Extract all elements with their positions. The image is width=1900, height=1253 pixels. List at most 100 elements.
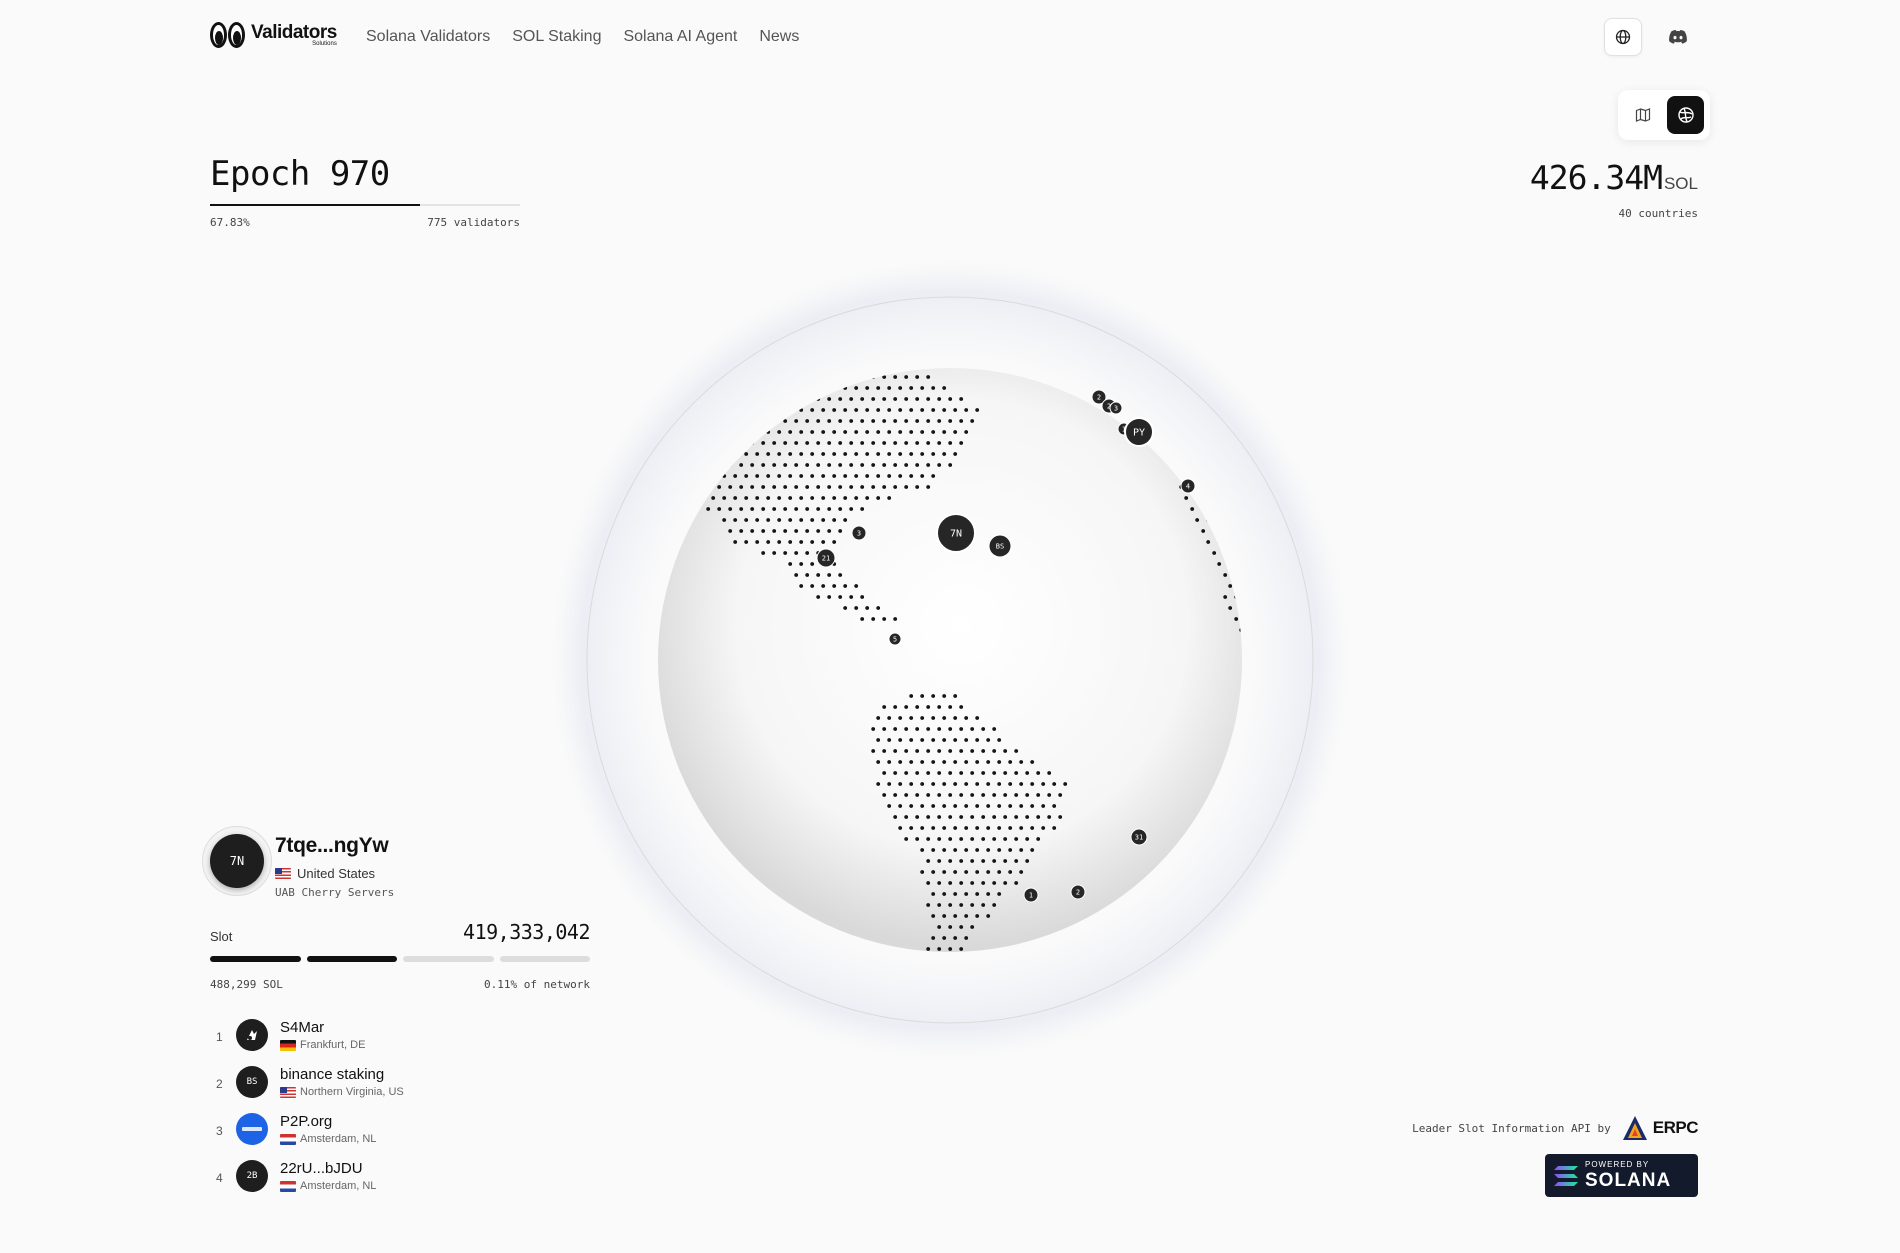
stake-unit: SOL	[1663, 174, 1698, 193]
land-dot	[898, 408, 903, 412]
land-dot	[997, 826, 1002, 830]
land-dot	[887, 474, 892, 478]
epoch-progress-fill	[210, 204, 421, 206]
land-dot	[915, 771, 920, 775]
land-dot	[931, 716, 936, 720]
validator-cluster-marker[interactable]: 7N	[936, 513, 976, 553]
list-item[interactable]: 3 P2P.org Amsterdam, NL	[210, 1110, 510, 1157]
site-logo[interactable]: Validators Solutions	[210, 22, 337, 48]
land-dot	[948, 947, 953, 951]
land-dot	[937, 705, 942, 709]
land-dot	[711, 496, 716, 500]
land-dot	[1003, 771, 1008, 775]
land-dot	[926, 485, 931, 489]
land-dot	[794, 441, 799, 445]
land-dot	[893, 441, 898, 445]
land-dot	[986, 782, 991, 786]
land-dot	[810, 496, 815, 500]
land-dot	[821, 474, 826, 478]
land-dot	[942, 738, 947, 742]
list-item[interactable]: 2 BS binance staking Northern Virginia, …	[210, 1063, 510, 1110]
land-dot	[766, 474, 771, 478]
leader-rank: 1	[216, 1030, 223, 1044]
land-dot	[783, 485, 788, 489]
land-dot	[733, 518, 738, 522]
land-dot	[909, 804, 914, 808]
validator-cluster-marker[interactable]: 3	[851, 525, 867, 541]
land-dot	[942, 782, 947, 786]
validator-cluster-marker[interactable]: 21	[816, 548, 836, 568]
list-item[interactable]: 1 S4Mar Frankfurt, DE	[210, 1016, 510, 1063]
land-dot	[838, 441, 843, 445]
land-dot	[1014, 837, 1019, 841]
land-dot	[733, 474, 738, 478]
leader-name[interactable]: 7tqe...ngYw	[275, 834, 389, 858]
land-dot	[1047, 793, 1052, 797]
globe-view-button[interactable]	[1667, 96, 1704, 134]
land-dot	[1206, 540, 1211, 544]
land-dot	[1014, 815, 1019, 819]
land-dot	[788, 518, 793, 522]
land-dot	[937, 793, 942, 797]
nav-solana-validators[interactable]: Solana Validators	[366, 28, 490, 46]
logo-subtext: Solutions	[312, 41, 337, 47]
validator-cluster-marker[interactable]: 31	[1130, 828, 1148, 846]
epoch-progress-bar	[210, 204, 520, 206]
land-dot	[981, 793, 986, 797]
land-dot	[1003, 793, 1008, 797]
land-dot	[981, 727, 986, 731]
land-dot	[915, 705, 920, 709]
language-button[interactable]	[1604, 18, 1642, 56]
map-view-button[interactable]	[1624, 96, 1661, 134]
discord-button[interactable]	[1659, 18, 1697, 56]
validator-cluster-marker[interactable]: PY	[1124, 417, 1154, 447]
land-dot	[948, 859, 953, 863]
land-dot	[1030, 782, 1035, 786]
land-dot	[953, 408, 958, 412]
land-dot	[920, 430, 925, 434]
land-dot	[805, 419, 810, 423]
list-item[interactable]: 4 2B 22rU...bJDU Amsterdam, NL	[210, 1157, 510, 1204]
land-dot	[1228, 584, 1233, 588]
land-dot	[876, 496, 881, 500]
nav-news[interactable]: News	[759, 28, 799, 46]
validator-cluster-marker[interactable]: 5	[888, 632, 902, 646]
land-dot	[1041, 804, 1046, 808]
land-dot	[876, 606, 881, 610]
land-dot	[733, 496, 738, 500]
erpc-brand: ERPC	[1652, 1118, 1699, 1137]
leader-item-name: P2P.org	[280, 1113, 333, 1130]
validator-cluster-marker[interactable]: 4	[1180, 478, 1196, 494]
nav-sol-staking[interactable]: SOL Staking	[512, 28, 601, 46]
land-dot	[953, 848, 958, 852]
validator-cluster-marker[interactable]: BS	[988, 534, 1012, 558]
land-dot	[953, 452, 958, 456]
erpc-link[interactable]: ERPC	[1621, 1114, 1699, 1142]
land-dot	[986, 870, 991, 874]
marker-label: 4	[1186, 483, 1190, 491]
land-dot	[799, 474, 804, 478]
powered-by-solana-badge[interactable]: POWERED BY SOLANA	[1545, 1154, 1698, 1197]
validator-cluster-marker[interactable]: 1	[1023, 887, 1039, 903]
land-dot	[849, 463, 854, 467]
us-flag-icon	[280, 1086, 296, 1098]
land-dot	[810, 562, 815, 566]
land-dot	[992, 837, 997, 841]
land-dot	[893, 397, 898, 401]
land-dot	[953, 738, 958, 742]
nav-solana-ai-agent[interactable]: Solana AI Agent	[623, 28, 737, 46]
validator-globe[interactable]: 2 2 3 1 PY 4 3 7N BS 21 5 31 1 2	[550, 260, 1350, 1060]
land-dot	[909, 452, 914, 456]
land-dot	[761, 507, 766, 511]
land-dot	[1019, 760, 1024, 764]
land-dot	[816, 529, 821, 533]
land-dot	[755, 452, 760, 456]
validator-cluster-marker[interactable]: 2	[1070, 884, 1086, 900]
land-dot	[1036, 793, 1041, 797]
land-dot	[970, 815, 975, 819]
land-dot	[1025, 859, 1030, 863]
validator-cluster-marker[interactable]: 3	[1109, 401, 1123, 415]
land-dot	[772, 485, 777, 489]
land-dot	[893, 749, 898, 753]
land-dot	[887, 496, 892, 500]
